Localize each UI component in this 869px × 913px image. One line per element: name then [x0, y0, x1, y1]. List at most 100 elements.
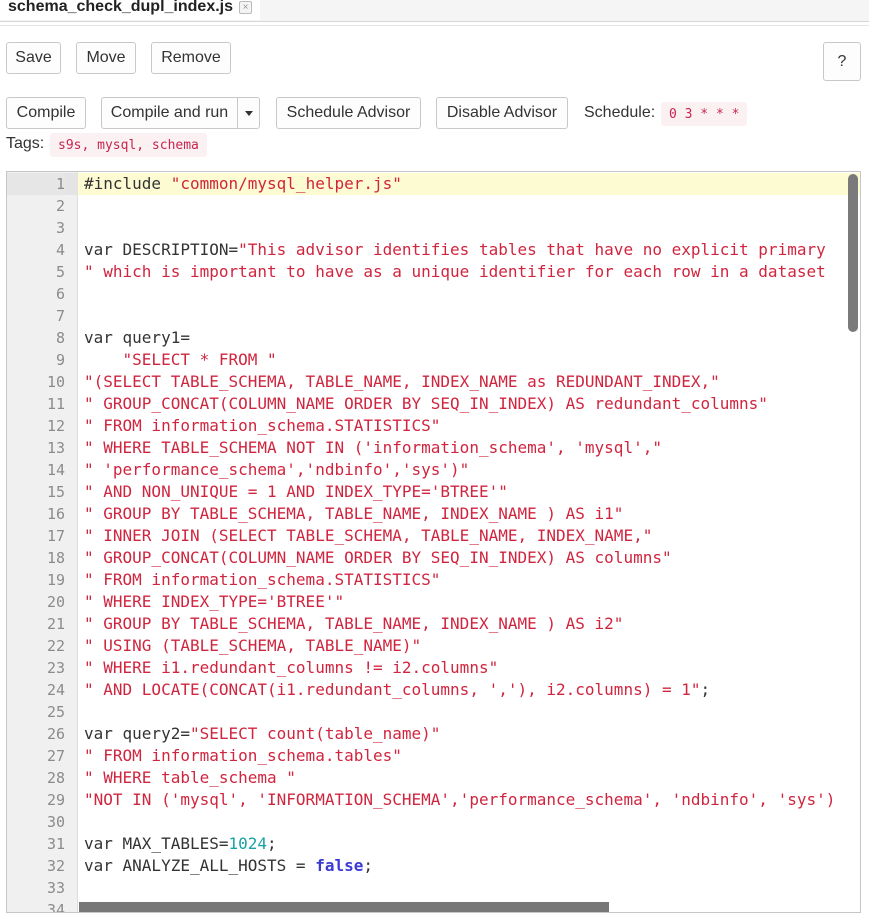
schedule-label: Schedule:	[584, 104, 656, 121]
code-line[interactable]: 30	[7, 811, 860, 833]
line-number: 12	[46, 417, 65, 435]
file-tab[interactable]: schema_check_dupl_index.js ×	[0, 0, 260, 20]
line-number: 17	[46, 527, 65, 545]
code-line[interactable]: 10 "(SELECT TABLE_SCHEMA, TABLE_NAME, IND…	[7, 371, 860, 393]
code-editor[interactable]: 1 #include "common/mysql_helper.js" 2 3 4 var…	[6, 171, 861, 913]
code-line[interactable]: 12 " FROM information_schema.STATISTICS"	[7, 415, 860, 437]
code-line[interactable]: 13 " WHERE TABLE_SCHEMA NOT IN ('informat…	[7, 437, 860, 459]
code-text: "(SELECT TABLE_SCHEMA, TABLE_NAME, INDEX…	[84, 372, 720, 391]
code-line[interactable]: 3	[7, 217, 860, 239]
compile-and-run-button[interactable]: Compile and run	[102, 98, 238, 128]
code-text: " FROM information_schema.STATISTICS"	[84, 570, 441, 589]
line-number: 2	[55, 197, 65, 215]
line-number: 8	[55, 329, 65, 347]
compile-button[interactable]: Compile	[6, 97, 86, 129]
code-text: " USING (TABLE_SCHEMA, TABLE_NAME)"	[84, 636, 422, 655]
code-text: " INNER JOIN (SELECT TABLE_SCHEMA, TABLE…	[84, 526, 653, 545]
move-button[interactable]: Move	[76, 42, 136, 74]
code-lines[interactable]: 1 #include "common/mysql_helper.js" 2 3 4 var…	[7, 172, 860, 913]
disable-advisor-button[interactable]: Disable Advisor	[436, 97, 568, 129]
code-line[interactable]: 2	[7, 195, 860, 217]
code-text: #include "common/mysql_helper.js"	[84, 174, 402, 193]
code-line[interactable]: 32 var ANALYZE_ALL_HOSTS = false;	[7, 855, 860, 877]
code-line[interactable]: 18 " GROUP_CONCAT(COLUMN_NAME ORDER BY SE…	[7, 547, 860, 569]
code-line[interactable]: 17 " INNER JOIN (SELECT TABLE_SCHEMA, TAB…	[7, 525, 860, 547]
line-number: 31	[46, 835, 65, 853]
code-line[interactable]: 33	[7, 877, 860, 899]
code-line[interactable]: 14 " 'performance_schema','ndbinfo','sys'…	[7, 459, 860, 481]
code-line[interactable]: 1 #include "common/mysql_helper.js"	[7, 173, 860, 195]
code-line[interactable]: 6	[7, 283, 860, 305]
code-text: " AND NON_UNIQUE = 1 AND INDEX_TYPE='BTR…	[84, 482, 508, 501]
code-line[interactable]: 26 var query2="SELECT count(table_name)"	[7, 723, 860, 745]
code-text: " GROUP BY TABLE_SCHEMA, TABLE_NAME, IND…	[84, 614, 624, 633]
help-button[interactable]: ?	[823, 42, 861, 81]
line-number: 21	[46, 615, 65, 633]
line-number: 23	[46, 659, 65, 677]
code-line[interactable]: 4 var DESCRIPTION="This advisor identifie…	[7, 239, 860, 261]
compile-run-dropdown-toggle[interactable]	[238, 98, 259, 128]
code-text: " GROUP_CONCAT(COLUMN_NAME ORDER BY SEQ_…	[84, 394, 768, 413]
line-number: 32	[46, 857, 65, 875]
line-number: 24	[46, 681, 65, 699]
code-line[interactable]: 29 "NOT IN ('mysql', 'INFORMATION_SCHEMA'…	[7, 789, 860, 811]
code-text: " WHERE table_schema "	[84, 768, 296, 787]
line-number: 33	[46, 879, 65, 897]
code-text: " AND LOCATE(CONCAT(i1.redundant_columns…	[84, 680, 711, 699]
code-line[interactable]: 5 " which is important to have as a uniqu…	[7, 261, 860, 283]
line-number: 15	[46, 483, 65, 501]
line-number: 34	[46, 901, 65, 913]
line-number: 25	[46, 703, 65, 721]
code-text: " GROUP BY TABLE_SCHEMA, TABLE_NAME, IND…	[84, 504, 624, 523]
line-number: 9	[55, 351, 65, 369]
line-number: 28	[46, 769, 65, 787]
code-line[interactable]: 28 " WHERE table_schema "	[7, 767, 860, 789]
code-line[interactable]: 9 "SELECT * FROM "	[7, 349, 860, 371]
code-text: var MAX_TABLES=1024;	[84, 834, 277, 853]
line-number: 27	[46, 747, 65, 765]
line-number: 18	[46, 549, 65, 567]
line-number: 20	[46, 593, 65, 611]
tab-bar: schema_check_dupl_index.js ×	[0, 0, 869, 22]
code-text: " WHERE TABLE_SCHEMA NOT IN ('informatio…	[84, 438, 662, 457]
code-line[interactable]: 7	[7, 305, 860, 327]
line-number: 3	[55, 219, 65, 237]
line-number: 29	[46, 791, 65, 809]
line-number: 13	[46, 439, 65, 457]
line-number: 1	[7, 173, 65, 195]
code-text: var query2="SELECT count(table_name)"	[84, 724, 441, 743]
code-text: " 'performance_schema','ndbinfo','sys')"	[84, 460, 470, 479]
save-button[interactable]: Save	[6, 42, 61, 74]
code-line[interactable]: 21 " GROUP BY TABLE_SCHEMA, TABLE_NAME, I…	[7, 613, 860, 635]
code-text: " FROM information_schema.tables"	[84, 746, 402, 765]
code-line[interactable]: 19 " FROM information_schema.STATISTICS"	[7, 569, 860, 591]
code-line[interactable]: 8 var query1=	[7, 327, 860, 349]
remove-button[interactable]: Remove	[151, 42, 231, 74]
code-line[interactable]: 15 " AND NON_UNIQUE = 1 AND INDEX_TYPE='B…	[7, 481, 860, 503]
code-line[interactable]: 11 " GROUP_CONCAT(COLUMN_NAME ORDER BY SE…	[7, 393, 860, 415]
line-number: 22	[46, 637, 65, 655]
code-text: " FROM information_schema.STATISTICS"	[84, 416, 441, 435]
schedule-value: 0 3 * * *	[661, 102, 748, 126]
file-tab-title[interactable]: schema_check_dupl_index.js	[8, 0, 233, 16]
close-icon[interactable]: ×	[239, 0, 252, 14]
schedule-advisor-button[interactable]: Schedule Advisor	[276, 97, 421, 129]
code-line[interactable]: 20 " WHERE INDEX_TYPE='BTREE'"	[7, 591, 860, 613]
code-line[interactable]: 16 " GROUP BY TABLE_SCHEMA, TABLE_NAME, I…	[7, 503, 860, 525]
horizontal-scrollbar[interactable]	[79, 902, 609, 912]
code-line[interactable]: 22 " USING (TABLE_SCHEMA, TABLE_NAME)"	[7, 635, 860, 657]
code-line[interactable]: 25	[7, 701, 860, 723]
code-text: "SELECT * FROM "	[84, 350, 277, 369]
code-line[interactable]: 23 " WHERE i1.redundant_columns != i2.col…	[7, 657, 860, 679]
code-text: var query1=	[84, 328, 190, 347]
code-text: var DESCRIPTION="This advisor identifies…	[84, 240, 826, 259]
vertical-scrollbar[interactable]	[848, 174, 858, 332]
code-line[interactable]: 31 var MAX_TABLES=1024;	[7, 833, 860, 855]
code-text: " which is important to have as a unique…	[84, 262, 826, 281]
line-number: 4	[55, 241, 65, 259]
line-number: 6	[55, 285, 65, 303]
code-text: "NOT IN ('mysql', 'INFORMATION_SCHEMA','…	[84, 790, 836, 809]
code-line[interactable]: 24 " AND LOCATE(CONCAT(i1.redundant_colum…	[7, 679, 860, 701]
line-number: 11	[46, 395, 65, 413]
code-line[interactable]: 27 " FROM information_schema.tables"	[7, 745, 860, 767]
